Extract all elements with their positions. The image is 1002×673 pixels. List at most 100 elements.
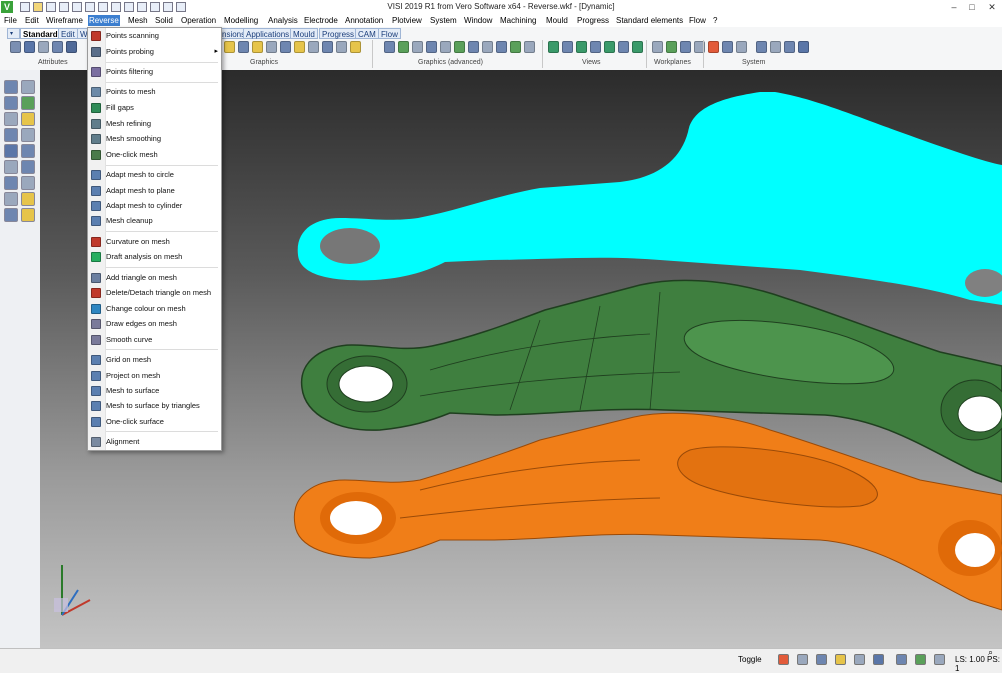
shade-icon[interactable]: [224, 41, 235, 53]
tab-edit[interactable]: Edit: [58, 28, 78, 39]
image-icon[interactable]: [21, 208, 35, 222]
menu-item-adapt-mesh-to-plane[interactable]: Adapt mesh to plane: [88, 184, 221, 198]
menu-item-mesh-to-surface-by-triangles[interactable]: Mesh to surface by triangles: [88, 399, 221, 413]
ribbon-collapse-icon[interactable]: ▾: [7, 28, 20, 39]
menu-item-points-scanning[interactable]: Points scanning: [88, 29, 221, 43]
menu-item-draft-analysis-on-mesh[interactable]: Draft analysis on mesh: [88, 250, 221, 264]
render-icon[interactable]: [280, 41, 291, 53]
menu-machining[interactable]: Machining: [499, 15, 537, 26]
layer-icon[interactable]: [10, 41, 21, 53]
colour-icon[interactable]: [38, 41, 49, 53]
view-previous-icon[interactable]: [632, 41, 643, 53]
graphics-adv-9-icon[interactable]: [496, 41, 507, 53]
workplane-1-icon[interactable]: [652, 41, 663, 53]
menu-electrode[interactable]: Electrode: [303, 15, 339, 26]
tab-mould[interactable]: Mould: [290, 28, 318, 39]
orange-part[interactable]: [293, 412, 1002, 611]
menu-modelling[interactable]: Modelling: [223, 15, 259, 26]
menu-system[interactable]: System: [429, 15, 458, 26]
status-ortho-icon[interactable]: [835, 654, 846, 665]
status-grid-toggle-icon[interactable]: [934, 654, 945, 665]
wireframe-view-icon[interactable]: [238, 41, 249, 53]
menu-item-change-colour-on-mesh[interactable]: Change colour on mesh: [88, 302, 221, 316]
pan-icon[interactable]: [336, 41, 347, 53]
status-snap-icon[interactable]: [816, 654, 827, 665]
menu-item-points-to-mesh[interactable]: Points to mesh: [88, 85, 221, 99]
align-icon[interactable]: [4, 144, 18, 158]
properties-icon[interactable]: [66, 41, 77, 53]
menu-standard-elements[interactable]: Standard elements: [615, 15, 684, 26]
menu-item-mesh-cleanup[interactable]: Mesh cleanup: [88, 214, 221, 228]
rotate-icon[interactable]: [350, 41, 361, 53]
system-2-icon[interactable]: [722, 41, 733, 53]
status-grid-icon[interactable]: [797, 654, 808, 665]
graphics-adv-2-icon[interactable]: [398, 41, 409, 53]
status-plane-icon[interactable]: [854, 654, 865, 665]
check-icon[interactable]: [21, 112, 35, 126]
move-icon[interactable]: [4, 96, 18, 110]
workplane-2-icon[interactable]: [666, 41, 677, 53]
menu-reverse[interactable]: Reverse: [88, 15, 120, 26]
menu-annotation[interactable]: Annotation: [344, 15, 384, 26]
view-side-icon[interactable]: [576, 41, 587, 53]
menu-mesh[interactable]: Mesh: [127, 15, 149, 26]
menu-item-curvature-on-mesh[interactable]: Curvature on mesh: [88, 235, 221, 249]
system-3-icon[interactable]: [736, 41, 747, 53]
graphics-adv-6-icon[interactable]: [454, 41, 465, 53]
layer-manager-icon[interactable]: [4, 208, 18, 222]
menu-item-smooth-curve[interactable]: Smooth curve: [88, 333, 221, 347]
menu-plotview[interactable]: Plotview: [391, 15, 423, 26]
trim-icon[interactable]: [4, 176, 18, 190]
close-button[interactable]: ✕: [984, 1, 1000, 13]
menu-item-fill-gaps[interactable]: Fill gaps: [88, 101, 221, 115]
menu-item-alignment[interactable]: Alignment: [88, 435, 221, 449]
view-fit-icon[interactable]: [618, 41, 629, 53]
graphics-adv-11-icon[interactable]: [524, 41, 535, 53]
shaded-edges-icon[interactable]: [252, 41, 263, 53]
menu-item-draw-edges-on-mesh[interactable]: Draw edges on mesh: [88, 317, 221, 331]
menu-item-adapt-mesh-to-cylinder[interactable]: Adapt mesh to cylinder: [88, 199, 221, 213]
transparency-icon[interactable]: [294, 41, 305, 53]
graphics-adv-8-icon[interactable]: [482, 41, 493, 53]
tab-flow[interactable]: Flow: [378, 28, 401, 39]
toggle-button[interactable]: Toggle: [738, 655, 762, 664]
menu-edit[interactable]: Edit: [24, 15, 40, 26]
rotate-entity-icon[interactable]: [21, 128, 35, 142]
menu-item-one-click-surface[interactable]: One-click surface: [88, 415, 221, 429]
menu-item-one-click-mesh[interactable]: One-click mesh: [88, 148, 221, 162]
menu-item-adapt-mesh-to-circle[interactable]: Adapt mesh to circle: [88, 168, 221, 182]
hidden-line-icon[interactable]: [266, 41, 277, 53]
cyan-part[interactable]: [297, 92, 1002, 305]
zoom-icon[interactable]: [322, 41, 333, 53]
view-rotate-icon[interactable]: [604, 41, 615, 53]
menu-item-project-on-mesh[interactable]: Project on mesh: [88, 369, 221, 383]
graphics-adv-4-icon[interactable]: [426, 41, 437, 53]
measure-icon[interactable]: [4, 192, 18, 206]
tab-progress[interactable]: Progress: [319, 28, 358, 39]
note-icon[interactable]: [21, 192, 35, 206]
pointer-icon[interactable]: [21, 80, 35, 94]
transform-icon[interactable]: [4, 160, 18, 174]
graphics-adv-5-icon[interactable]: [440, 41, 451, 53]
menu-flow[interactable]: Flow: [688, 15, 707, 26]
menu-wireframe[interactable]: Wireframe: [45, 15, 84, 26]
maximize-button[interactable]: □: [964, 1, 980, 13]
scale-icon[interactable]: [4, 128, 18, 142]
status-stop-icon[interactable]: [778, 654, 789, 665]
extend-icon[interactable]: [21, 176, 35, 190]
menu-analysis[interactable]: Analysis: [267, 15, 299, 26]
workplane-3-icon[interactable]: [680, 41, 691, 53]
menu-item-mesh-smoothing[interactable]: Mesh smoothing: [88, 132, 221, 146]
menu-solid[interactable]: Solid: [154, 15, 174, 26]
status-cube-icon[interactable]: [873, 654, 884, 665]
select-icon[interactable]: [4, 80, 18, 94]
system-1-icon[interactable]: [708, 41, 719, 53]
minimize-button[interactable]: –: [946, 1, 962, 13]
view-front-icon[interactable]: [562, 41, 573, 53]
system-4-icon[interactable]: [756, 41, 767, 53]
menu-help[interactable]: ?: [712, 15, 718, 26]
mirror-icon[interactable]: [4, 112, 18, 126]
view-top-icon[interactable]: [548, 41, 559, 53]
status-layers-icon[interactable]: [896, 654, 907, 665]
tab-standard[interactable]: Standard: [20, 28, 61, 39]
